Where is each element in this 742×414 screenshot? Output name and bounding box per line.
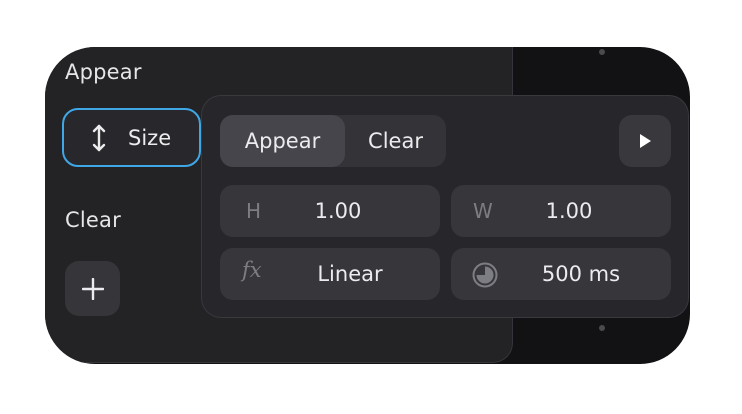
canvas-handle-top[interactable] <box>599 49 605 55</box>
play-preview-button[interactable] <box>619 115 671 167</box>
timer-icon <box>471 261 499 289</box>
appear-clear-segmented-control: Appear Clear <box>220 115 446 167</box>
fx-icon: fx <box>242 258 262 282</box>
clear-section-label: Clear <box>65 208 121 232</box>
canvas-handle-bottom[interactable] <box>599 325 605 331</box>
width-label: W <box>473 199 493 223</box>
plus-icon <box>81 277 104 300</box>
appear-section-label: Appear <box>65 60 142 84</box>
size-chip-label: Size <box>128 125 172 150</box>
tab-clear[interactable]: Clear <box>345 115 446 167</box>
height-field[interactable]: H 1.00 <box>220 185 440 237</box>
easing-field[interactable]: fx Linear <box>220 248 440 300</box>
play-icon <box>637 132 653 150</box>
duration-value: 500 ms <box>541 262 621 286</box>
animation-settings-popover: Appear Clear H 1.00 W 1.00 fx Linear 500… <box>201 95 689 318</box>
easing-value: Linear <box>317 262 383 286</box>
size-animation-chip[interactable]: Size <box>62 108 201 167</box>
width-field[interactable]: W 1.00 <box>451 185 671 237</box>
tab-appear[interactable]: Appear <box>220 115 345 167</box>
vertical-resize-arrows-icon <box>90 123 108 153</box>
duration-field[interactable]: 500 ms <box>451 248 671 300</box>
height-label: H <box>246 199 262 223</box>
width-value: 1.00 <box>545 199 593 223</box>
add-clear-animation-button[interactable] <box>65 261 120 316</box>
height-value: 1.00 <box>314 199 362 223</box>
